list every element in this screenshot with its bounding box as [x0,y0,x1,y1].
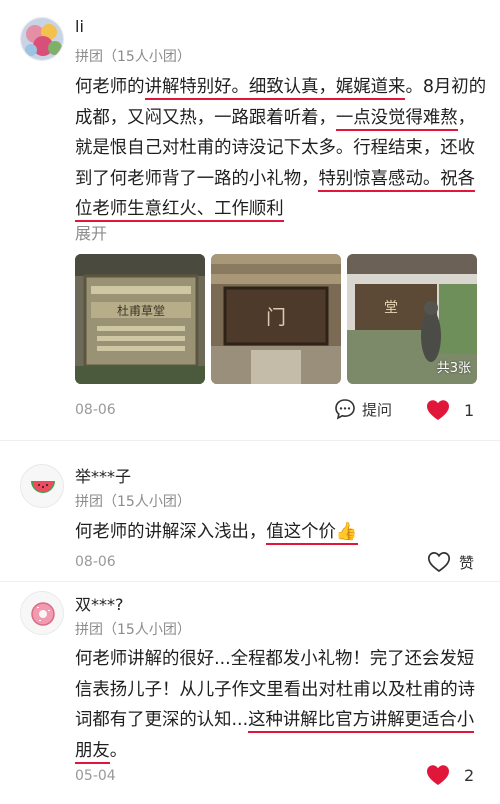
heart-filled-icon [426,764,450,786]
tour-group-label: 拼团（15人小团） [75,49,191,65]
ask-label: 提问 [362,400,393,419]
like-count: 1 [464,400,475,420]
watermelon-icon [21,465,63,507]
heart-filled-icon [426,399,450,421]
tour-group-label: 拼团（15人小团） [75,494,191,510]
tour-group-label: 拼团（15人小团） [75,622,191,638]
sign-text: 门 [266,305,286,329]
heart-outline-icon [427,551,451,573]
avatar[interactable] [20,17,64,61]
review-text: 何老师的讲解特别好。细致认真，娓娓道来。8月初的成都，又闷又热，一路跟着听着，一… [75,72,487,225]
avatar[interactable] [20,464,64,508]
review-date: 08-06 [75,402,116,418]
donut-icon [21,592,63,634]
ask-button[interactable]: 提问 [334,398,392,420]
review-date: 05-04 [75,768,116,784]
review-text: 何老师讲解的很好...全程都发小礼物！完了还会发短信表扬儿子！从儿子作文里看出对… [75,644,487,766]
review-card: li 拼团（15人小团） 何老师的讲解特别好。细致认真，娓娓道来。8月初的成都，… [0,0,500,440]
thumbs-up-icon: 👍 [335,522,358,542]
photo-count-badge: 共3张 [436,361,471,376]
review-card: 双***? 拼团（15人小团） 何老师讲解的很好...全程都发小礼物！完了还会发… [0,582,500,804]
review-photo[interactable]: 杜甫草堂 [75,254,205,384]
like-button[interactable]: 赞 [427,551,474,573]
review-date: 08-06 [75,554,116,570]
like-button[interactable]: 2 [426,764,474,786]
username[interactable]: 举***子 [75,463,131,487]
hall-sign-text: 堂 [384,300,398,316]
username[interactable]: 双***? [75,591,124,615]
plaque-text: 杜甫草堂 [117,303,165,318]
expand-link[interactable]: 展开 [75,220,107,244]
review-photo[interactable]: 门 [211,254,341,384]
avatar[interactable] [20,591,64,635]
review-card: 举***子 拼团（15人小团） 何老师的讲解深入浅出，值这个价👍 08-06 赞 [0,441,500,581]
review-photo[interactable]: 堂 共3张 [347,254,477,384]
review-text: 何老师的讲解深入浅出，值这个价👍 [75,517,487,548]
question-bubble-icon [334,398,356,420]
like-label: 赞 [459,553,475,572]
username[interactable]: li [75,17,84,36]
like-count: 2 [464,765,475,785]
like-button[interactable]: 1 [426,399,474,421]
